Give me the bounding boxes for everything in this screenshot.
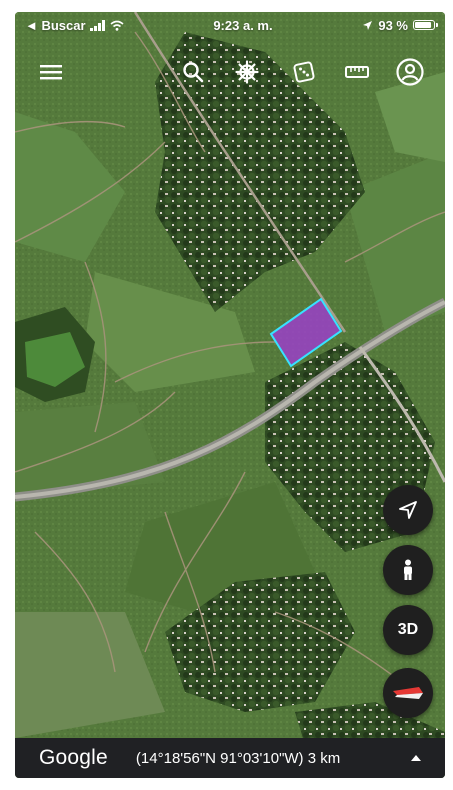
coordinates-scale[interactable]: (14°18'56"N 91°03'10"W) 3 km <box>136 750 340 767</box>
status-bar: ◄ Buscar 9:23 a. m. 93 % <box>15 12 445 38</box>
signal-bars-icon <box>89 19 105 31</box>
back-to-app-link[interactable]: ◄ Buscar <box>25 18 86 33</box>
location-arrow-icon <box>363 20 373 30</box>
navigation-arrow-icon <box>399 501 417 519</box>
bottom-bar: Google (14°18'56"N 91°03'10"W) 3 km <box>15 738 445 778</box>
caret-up-icon <box>411 755 421 761</box>
top-toolbar <box>15 54 445 94</box>
battery-percent: 93 % <box>378 17 408 33</box>
locate-button[interactable] <box>383 485 433 535</box>
pegman-icon <box>404 559 412 580</box>
account-icon[interactable] <box>392 54 428 90</box>
wifi-icon <box>110 20 124 31</box>
compass-button[interactable] <box>383 668 433 718</box>
phone-screen: ◄ Buscar 9:23 a. m. 93 % 3D Google (14°1… <box>15 12 445 778</box>
3d-label: 3D <box>397 621 419 638</box>
battery-icon <box>413 20 438 30</box>
measure-ruler-icon[interactable] <box>339 54 375 90</box>
voyager-icon[interactable] <box>229 54 265 90</box>
street-view-button[interactable] <box>383 545 433 595</box>
3d-toggle-button[interactable]: 3D <box>383 605 433 655</box>
menu-icon[interactable] <box>33 54 69 90</box>
clock: 9:23 a. m. <box>213 17 273 33</box>
compass-icon <box>393 687 423 699</box>
search-icon[interactable] <box>175 54 211 90</box>
satellite-map[interactable] <box>15 12 445 778</box>
feeling-lucky-dice-icon[interactable] <box>286 54 322 90</box>
expand-up-button[interactable] <box>409 751 423 765</box>
battery-level <box>415 22 431 28</box>
google-logo: Google <box>39 746 108 769</box>
